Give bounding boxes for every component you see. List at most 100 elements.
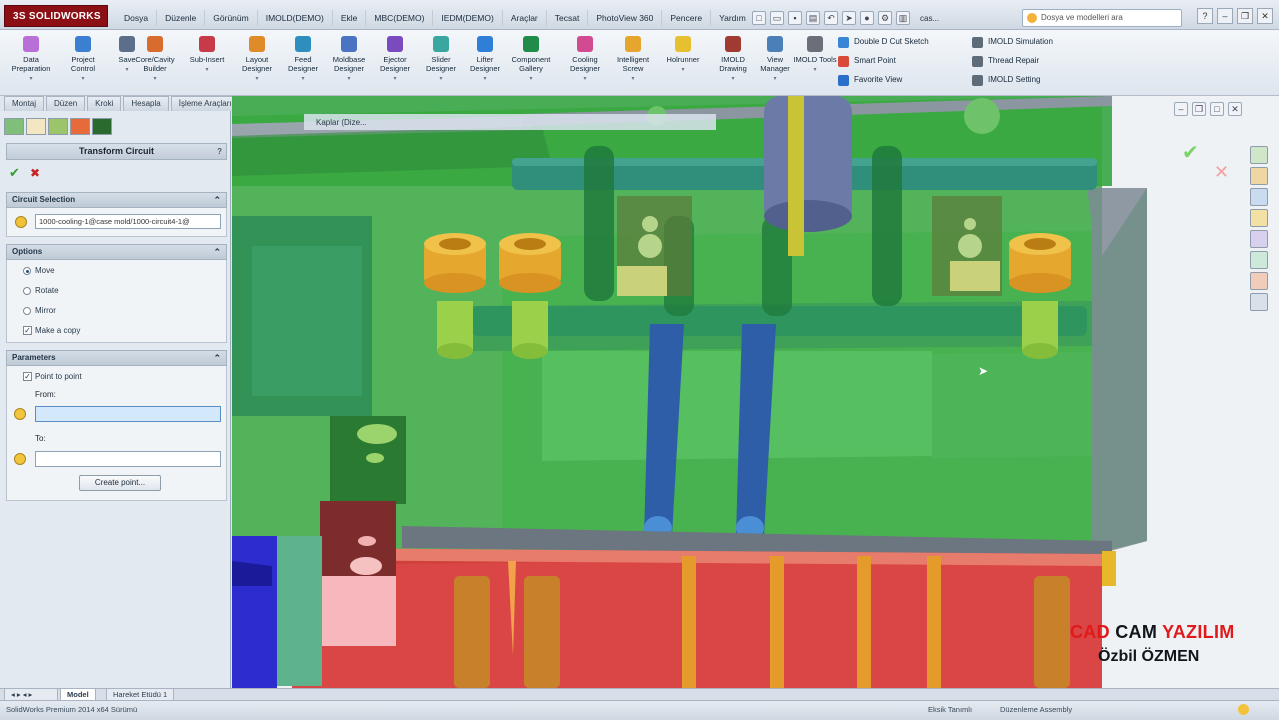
display-manager-tab-icon[interactable] [92,118,112,135]
menu-item[interactable]: Araçlar [503,10,547,26]
close-icon[interactable]: ✕ [1257,8,1273,24]
ribbon-small-button[interactable]: Favorite View [836,72,902,88]
dropdown-arrow-icon[interactable]: ▾ [418,75,464,84]
dropdown-arrow-icon[interactable]: ▾ [792,66,838,75]
menu-item[interactable]: MBC(DEMO) [366,10,434,26]
command-tab[interactable]: Düzen [46,96,86,111]
menu-item[interactable]: Ekle [333,10,367,26]
select-icon[interactable]: ➤ [842,11,856,25]
dropdown-arrow-icon[interactable]: ▾ [234,75,280,84]
options-icon[interactable]: ⚙ [878,11,892,25]
viewport-close-icon[interactable]: ✕ [1228,102,1242,116]
viewport-restore-icon[interactable]: ❐ [1192,102,1206,116]
dropdown-arrow-icon[interactable]: ▾ [132,75,178,84]
view-palette-icon[interactable] [1250,209,1268,227]
ribbon-button[interactable]: IMOLD Drawing ▾ [710,34,756,92]
rebuild-icon[interactable]: ● [860,11,874,25]
ribbon-button[interactable]: Component Gallery ▾ [508,34,554,92]
circuit-selection-field[interactable]: 1000-cooling-1@case mold/1000-circuit4-1… [35,214,221,229]
command-tab[interactable]: Hesapla [123,96,169,111]
undo-icon[interactable]: ↶ [824,11,838,25]
design-library-icon[interactable] [1250,167,1268,185]
command-tab[interactable]: İşleme Araçları [170,96,240,111]
file-explorer-icon[interactable] [1250,188,1268,206]
configuration-manager-tab-icon[interactable] [48,118,68,135]
ribbon-button[interactable]: Ejector Designer ▾ [372,34,418,92]
menu-item[interactable]: PhotoView 360 [588,10,663,26]
ribbon-button[interactable]: IMOLD Tools ▾ [792,34,838,92]
save-icon[interactable]: ▪ [788,11,802,25]
solidworks-resources-icon[interactable] [1250,146,1268,164]
menu-item[interactable]: IEDM(DEMO) [433,10,503,26]
dropdown-arrow-icon[interactable]: ▾ [710,75,756,84]
viewport-maximize-icon[interactable]: □ [1210,102,1224,116]
command-tab[interactable]: Kroki [87,96,122,111]
help-icon[interactable]: ? [217,144,222,159]
status-help-icon[interactable] [1238,704,1249,715]
menu-item[interactable]: IMOLD(DEMO) [258,10,333,26]
search-pane-icon[interactable] [1250,293,1268,311]
options-header[interactable]: Options ⌃ [6,244,227,260]
confirm-corner-icon[interactable]: ✔ [1182,140,1199,165]
ribbon-button[interactable]: Sub-Insert ▾ [184,34,230,92]
menu-item[interactable]: Pencere [662,10,712,26]
property-manager-tab-icon[interactable] [26,118,46,135]
ribbon-button[interactable]: Holrunner ▾ [660,34,706,92]
file-properties-icon[interactable]: ▥ [896,11,910,25]
option-mirror-radio[interactable]: Mirror [23,306,56,315]
ribbon-small-button[interactable]: Thread Repair [970,53,1039,69]
minimize-icon[interactable]: – [1217,8,1233,24]
dropdown-arrow-icon[interactable]: ▾ [326,75,372,84]
dropdown-arrow-icon[interactable]: ▾ [280,75,326,84]
make-copy-checkbox[interactable]: ✓ Make a copy [23,326,80,335]
ribbon-button[interactable]: Slider Designer ▾ [418,34,464,92]
dropdown-arrow-icon[interactable]: ▾ [610,75,656,84]
to-field[interactable] [35,451,221,467]
dropdown-arrow-icon[interactable]: ▾ [184,66,230,75]
dimxpert-tab-icon[interactable] [70,118,90,135]
graphics-area[interactable]: Kaplar (Dize... ✔ ✕ – ❐ □ ✕ ➤ [232,96,1279,688]
create-point-button[interactable]: Create point... [79,475,161,491]
menu-item[interactable]: Dosya [116,10,158,26]
collapse-chevron-icon[interactable]: ⌃ [213,193,221,207]
ribbon-small-button[interactable]: IMOLD Simulation [970,34,1053,50]
option-rotate-radio[interactable]: Rotate [23,286,59,295]
ribbon-small-button[interactable]: IMOLD Setting [970,72,1040,88]
mold-3d-model[interactable] [232,96,1279,688]
ribbon-small-button[interactable]: Double D Cut Sketch [836,34,929,50]
circuit-selection-header[interactable]: Circuit Selection ⌃ [6,192,227,208]
ribbon-button[interactable]: Core/Cavity Builder ▾ [132,34,178,92]
menu-item[interactable]: Yardım [711,10,755,26]
dropdown-arrow-icon[interactable]: ▾ [372,75,418,84]
appearances-icon[interactable] [1250,230,1268,248]
ribbon-button[interactable]: Cooling Designer ▾ [562,34,608,92]
help-icon[interactable]: ? [1197,8,1213,24]
from-field[interactable] [35,406,221,422]
point-to-point-checkbox[interactable]: ✓ Point to point [23,372,82,381]
cancel-corner-icon[interactable]: ✕ [1214,162,1229,183]
dropdown-arrow-icon[interactable]: ▾ [508,75,554,84]
dropdown-arrow-icon[interactable]: ▾ [660,66,706,75]
menu-item[interactable]: Düzenle [157,10,206,26]
menu-item[interactable]: Tecsat [547,10,589,26]
open-icon[interactable]: ▭ [770,11,784,25]
collapse-chevron-icon[interactable]: ⌃ [213,351,221,365]
print-icon[interactable]: ▤ [806,11,820,25]
feature-tree-flyout[interactable]: Kaplar (Dize... [316,118,367,127]
ribbon-button[interactable]: Moldbase Designer ▾ [326,34,372,92]
custom-properties-icon[interactable] [1250,251,1268,269]
parameters-header[interactable]: Parameters ⌃ [6,350,227,366]
dropdown-arrow-icon[interactable]: ▾ [462,75,508,84]
cancel-button[interactable]: ✖ [30,166,40,180]
menu-item[interactable]: Görünüm [205,10,258,26]
ribbon-button[interactable]: Project Control ▾ [60,34,106,92]
dropdown-arrow-icon[interactable]: ▾ [8,75,54,84]
ribbon-button[interactable]: Feed Designer ▾ [280,34,326,92]
forum-icon[interactable] [1250,272,1268,290]
ribbon-button[interactable]: Layout Designer ▾ [234,34,280,92]
solidworks-logo[interactable]: 3S SOLIDWORKS [4,5,108,27]
search-input[interactable]: Dosya ve modelleri ara [1022,9,1182,27]
new-document-icon[interactable]: □ [752,11,766,25]
restore-icon[interactable]: ❐ [1237,8,1253,24]
feature-manager-tab-icon[interactable] [4,118,24,135]
